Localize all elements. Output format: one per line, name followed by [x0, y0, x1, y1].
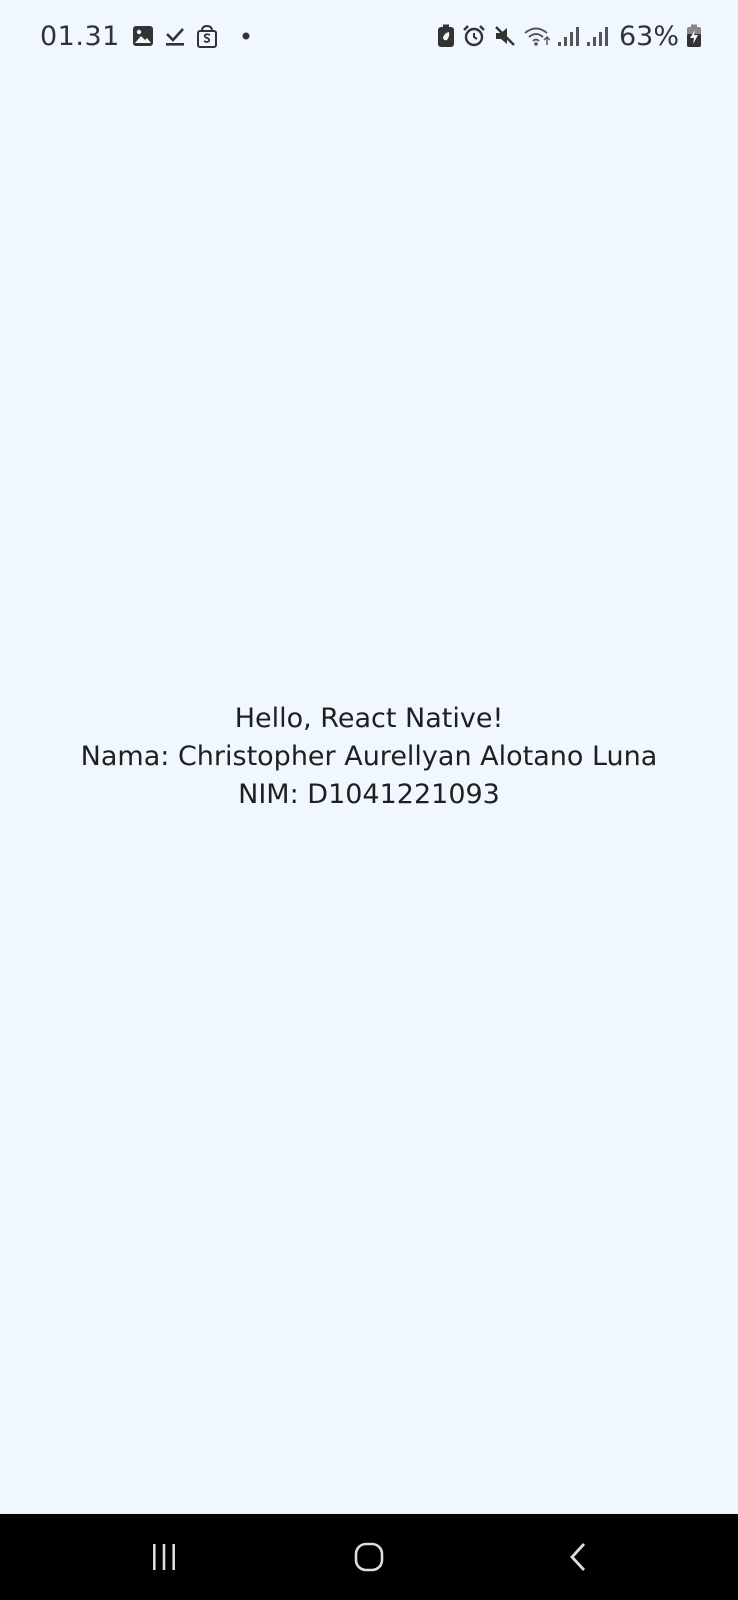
navigation-bar [0, 1514, 738, 1600]
status-time: 01.31 [40, 20, 120, 52]
back-button[interactable] [518, 1514, 638, 1600]
status-right-group: 63% [437, 18, 702, 54]
alarm-icon [462, 24, 486, 48]
signal-icon [586, 25, 608, 47]
status-left-group: 01.31 [40, 18, 250, 54]
recent-apps-icon [153, 1544, 175, 1570]
mute-icon [493, 24, 517, 48]
home-button[interactable] [309, 1514, 429, 1600]
home-icon [354, 1542, 384, 1572]
back-icon [570, 1543, 586, 1571]
battery-charging-icon [686, 24, 702, 48]
wifi-icon [524, 25, 550, 47]
main-content: Hello, React Native! Nama: Christopher A… [0, 700, 738, 814]
battery-saver-icon [437, 24, 455, 48]
gallery-icon [132, 25, 154, 47]
recent-apps-button[interactable] [104, 1514, 224, 1600]
greeting-text: Hello, React Native! [234, 703, 504, 734]
download-done-icon [164, 25, 186, 47]
nim-text: NIM: D1041221093 [238, 779, 500, 810]
signal-icon [557, 25, 579, 47]
shopee-icon [196, 24, 218, 48]
notification-dot-icon [242, 32, 250, 40]
battery-percent: 63% [618, 20, 679, 52]
status-bar: 01.31 63% [0, 0, 738, 70]
name-text: Nama: Christopher Aurellyan Alotano Luna [80, 741, 658, 772]
